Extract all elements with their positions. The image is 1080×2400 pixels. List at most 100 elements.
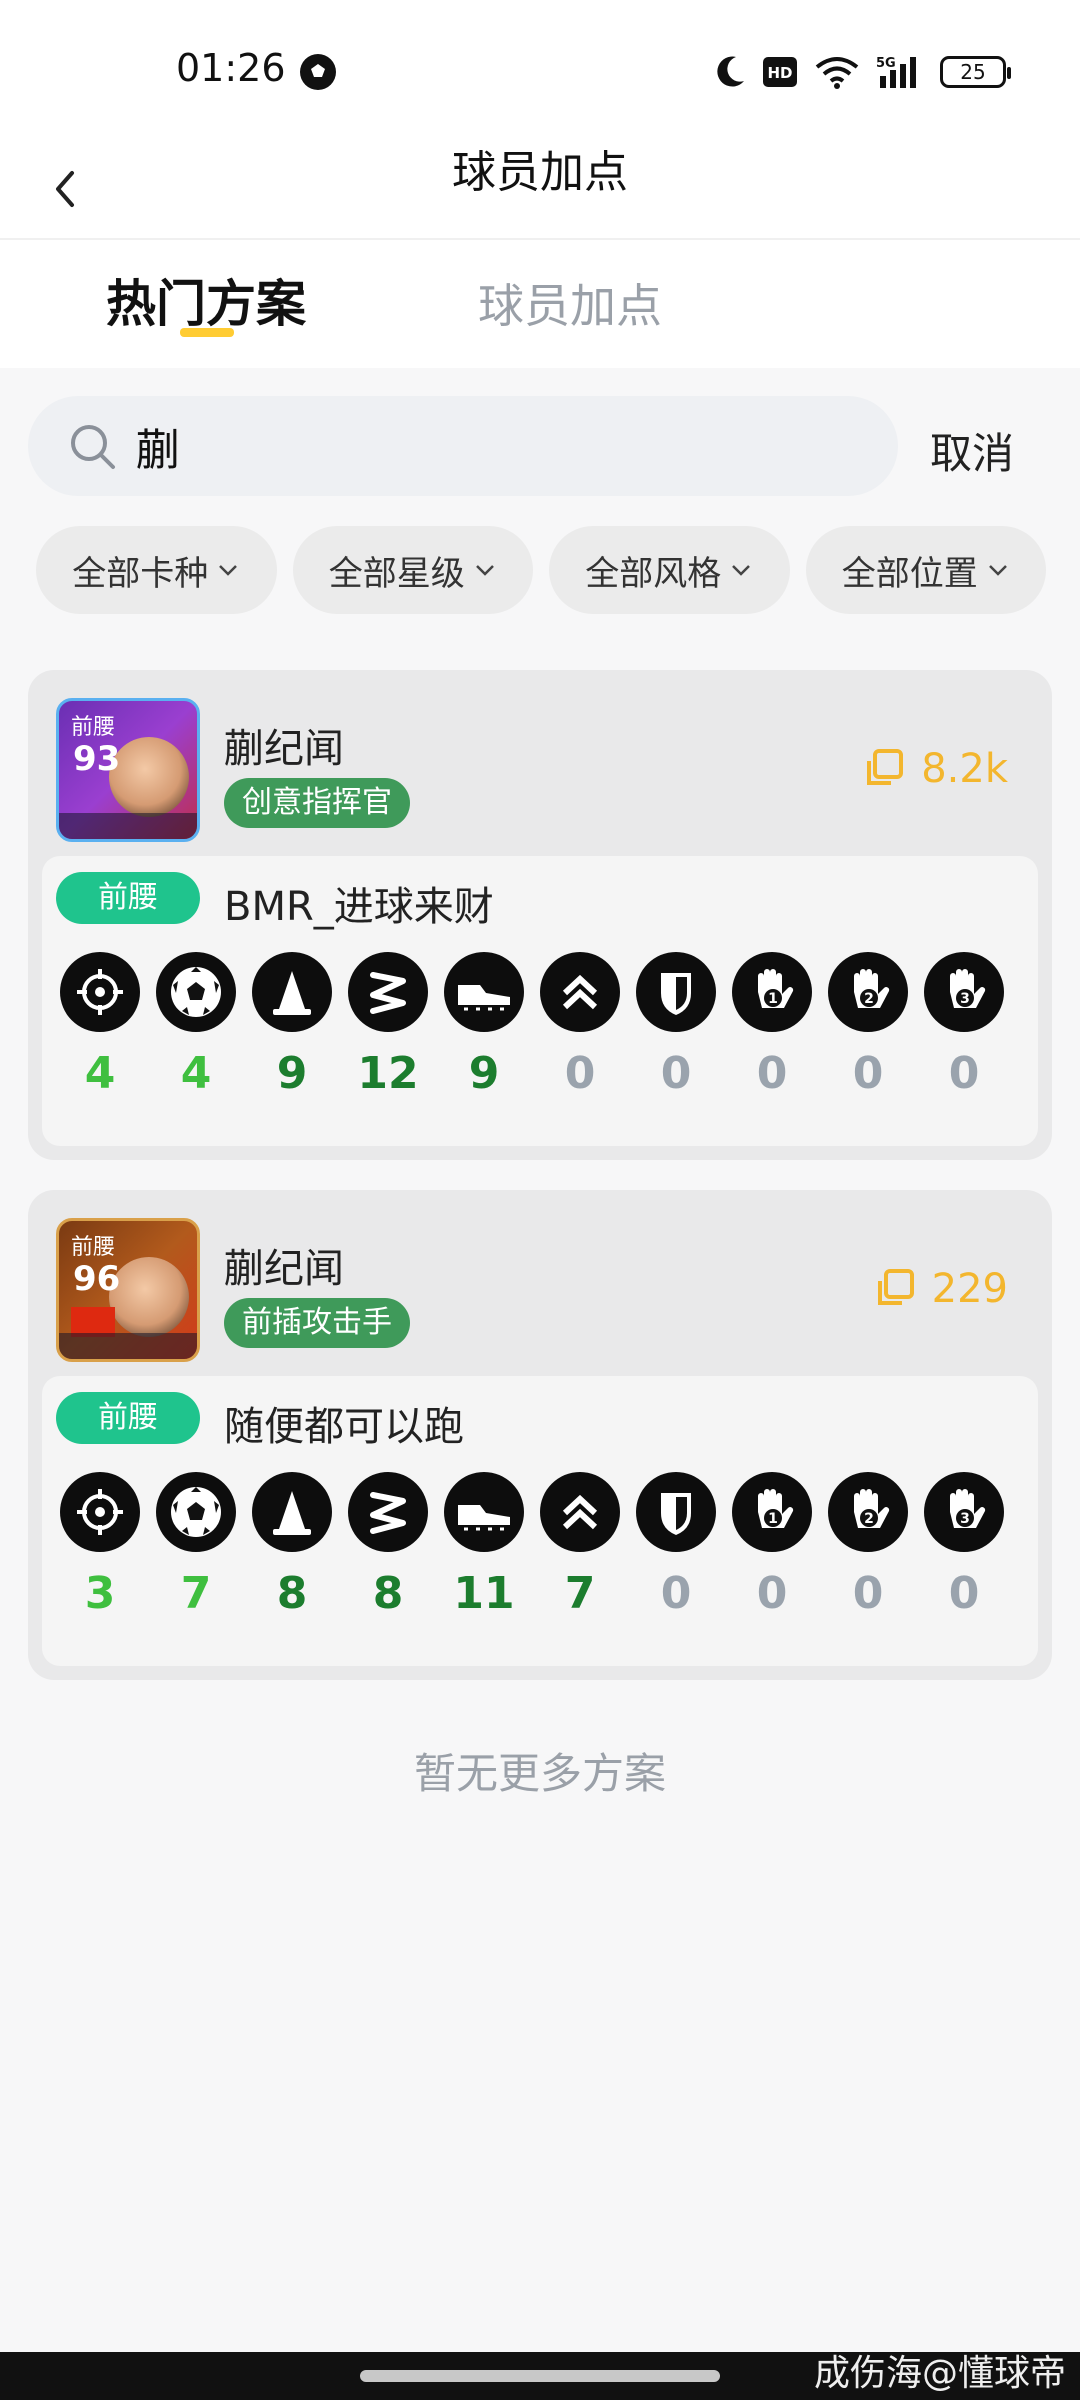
football-icon — [156, 1472, 236, 1552]
skill-value: 0 — [948, 1568, 980, 1619]
filter-label: 全部星级 — [328, 553, 465, 594]
filter-label: 全部位置 — [841, 553, 978, 594]
home-indicator[interactable] — [360, 2370, 720, 2382]
plan-detail: 前腰 随便都可以跑 3 7 8 8 11 7 0 1 0 2 0 3 0 — [42, 1376, 1038, 1666]
skill-value: 0 — [564, 1048, 596, 1099]
copy-count[interactable]: 8.2k — [861, 746, 1008, 792]
skill-value: 9 — [276, 1048, 308, 1099]
tab-player-points[interactable]: 球员加点 — [478, 270, 662, 336]
skill-item: 20 — [828, 952, 908, 1099]
skill-row: 4 4 9 12 9 0 0 1 0 2 0 3 0 — [60, 952, 1020, 1132]
avatar-position: 前腰 — [71, 715, 116, 740]
player-name: 蒯纪闻 — [224, 1246, 344, 1292]
empty-state-text: 暂无更多方案 — [413, 1749, 666, 1798]
player-face — [109, 737, 189, 817]
tab-bar: 热门方案 球员加点 — [0, 238, 1080, 368]
shield-icon — [636, 952, 716, 1032]
status-icons: HD 5G 25 — [716, 50, 1011, 94]
avatar-footer — [59, 813, 197, 839]
plan-card[interactable]: 前腰 93 蒯纪闻 创意指挥官 8.2k 前腰 BMR_进球来财 4 4 9 12 9 0… — [28, 670, 1052, 1160]
filter-card-type[interactable]: 全部卡种 — [36, 526, 277, 614]
boot-icon — [444, 1472, 524, 1552]
skill-item: 0 — [636, 1472, 716, 1619]
glove-3-icon: 3 — [924, 1472, 1004, 1552]
glove-3-icon: 3 — [924, 952, 1004, 1032]
skill-item: 7 — [540, 1472, 620, 1619]
glove-2-icon: 2 — [828, 952, 908, 1032]
position-badge: 前腰 — [56, 872, 200, 924]
skill-value: 12 — [357, 1048, 419, 1099]
boot-icon — [444, 952, 524, 1032]
filter-style[interactable]: 全部风格 — [549, 526, 790, 614]
moon-icon — [717, 56, 744, 87]
svg-text:1: 1 — [768, 991, 778, 1007]
filter-position[interactable]: 全部位置 — [805, 526, 1046, 614]
chevron-down-icon — [988, 565, 1007, 576]
svg-text:3: 3 — [960, 991, 970, 1007]
skill-item: 30 — [924, 952, 1004, 1099]
copy-count-value: 229 — [931, 1266, 1008, 1312]
svg-text:2: 2 — [864, 991, 874, 1007]
play-style-badge: 前插攻击手 — [224, 1298, 410, 1348]
avatar-rating: 93 — [73, 739, 121, 779]
target-icon — [60, 952, 140, 1032]
copy-icon — [867, 749, 904, 785]
cone-icon — [252, 1472, 332, 1552]
signal-5g-icon: 5G — [876, 56, 916, 88]
svg-text:5G: 5G — [876, 56, 896, 71]
plan-card[interactable]: 前腰 96 蒯纪闻 前插攻击手 229 前腰 随便都可以跑 3 7 8 8 11 7 0 1 0… — [28, 1190, 1052, 1680]
skill-value: 4 — [180, 1048, 212, 1099]
glove-1-icon: 1 — [732, 1472, 812, 1552]
watermark: 成伤海@懂球帝 — [813, 2353, 1066, 2394]
cone-icon — [252, 952, 332, 1032]
skill-value: 3 — [84, 1568, 116, 1619]
svg-text:2: 2 — [864, 1511, 874, 1527]
filter-star-level[interactable]: 全部星级 — [292, 526, 533, 614]
player-card-avatar[interactable]: 前腰 96 — [56, 1218, 200, 1362]
status-time: 01:26 — [176, 46, 286, 90]
avatar-position: 前腰 — [71, 1235, 116, 1260]
skill-item: 10 — [732, 952, 812, 1099]
skill-value: 0 — [660, 1568, 692, 1619]
plan-detail: 前腰 BMR_进球来财 4 4 9 12 9 0 0 1 0 2 0 3 0 — [42, 856, 1038, 1146]
page-title: 球员加点 — [452, 147, 628, 198]
search-input[interactable] — [136, 412, 836, 480]
play-style-badge: 创意指挥官 — [224, 778, 410, 828]
skill-value: 0 — [852, 1568, 884, 1619]
plan-name: 随便都可以跑 — [224, 1404, 464, 1450]
skill-value: 7 — [564, 1568, 596, 1619]
svg-text:HD: HD — [767, 64, 792, 82]
avatar-footer — [59, 1333, 197, 1359]
zigzag-icon — [348, 1472, 428, 1552]
cancel-button[interactable]: 取消 — [930, 420, 1014, 481]
double-chevron-icon — [540, 952, 620, 1032]
filter-row: 全部卡种 全部星级 全部风格 全部位置 — [36, 526, 1046, 614]
skill-item: 12 — [348, 952, 428, 1099]
player-card-avatar[interactable]: 前腰 93 — [56, 698, 200, 842]
header: 球员加点 — [0, 142, 1080, 238]
skill-row: 3 7 8 8 11 7 0 1 0 2 0 3 0 — [60, 1472, 1020, 1652]
skill-item: 0 — [636, 952, 716, 1099]
football-icon — [156, 952, 236, 1032]
filter-label: 全部风格 — [585, 553, 722, 594]
chevron-down-icon — [475, 565, 494, 576]
copy-count[interactable]: 229 — [872, 1266, 1008, 1312]
skill-value: 8 — [276, 1568, 308, 1619]
football-status-icon — [300, 54, 336, 90]
double-chevron-icon — [540, 1472, 620, 1552]
player-name: 蒯纪闻 — [224, 726, 344, 772]
chevron-down-icon — [219, 565, 238, 576]
skill-item: 20 — [828, 1472, 908, 1619]
status-bar: 01:26 HD 5G 25 — [0, 0, 1080, 142]
search-box[interactable] — [28, 396, 898, 496]
skill-item: 11 — [444, 1472, 524, 1619]
skill-value: 0 — [660, 1048, 692, 1099]
plan-name: BMR_进球来财 — [224, 884, 494, 930]
copy-icon — [877, 1269, 914, 1305]
tab-hot-plans[interactable]: 热门方案 — [106, 264, 306, 336]
plan-card-header: 前腰 93 蒯纪闻 创意指挥官 8.2k — [28, 670, 1052, 856]
glove-1-icon: 1 — [732, 952, 812, 1032]
skill-value: 0 — [852, 1048, 884, 1099]
skill-value: 0 — [756, 1568, 788, 1619]
skill-item: 4 — [156, 952, 236, 1099]
